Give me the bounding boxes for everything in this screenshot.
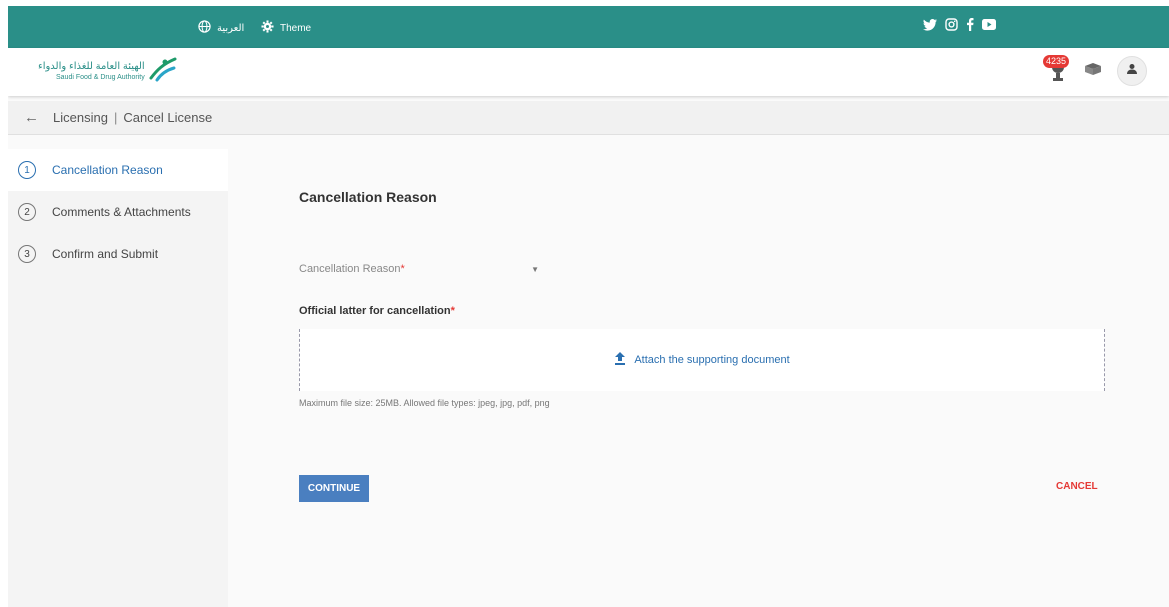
notification-badge: 4235 <box>1043 55 1070 68</box>
language-label: العربية <box>217 22 245 34</box>
trophy-icon <box>1047 63 1069 87</box>
user-avatar[interactable] <box>1117 56 1147 86</box>
form-panel: Cancellation Reason Cancellation Reason*… <box>228 149 1169 607</box>
step-label: Comments & Attachments <box>52 205 191 219</box>
theme-label: Theme <box>280 22 312 34</box>
app-frame: العربية Theme الهيئة العامة للغذاء والدو… <box>8 6 1169 607</box>
globe-icon <box>198 20 211 36</box>
logo-english-text: Saudi Food & Drug Authority <box>56 74 145 81</box>
box-icon[interactable] <box>1083 62 1103 81</box>
gear-icon <box>261 20 274 36</box>
sfda-logo[interactable]: الهيئة العامة للغذاء والدواء Saudi Food … <box>38 56 177 87</box>
required-mark: * <box>450 305 455 317</box>
step-cancellation-reason[interactable]: 1 Cancellation Reason <box>8 149 228 191</box>
attach-document-text: Attach the supporting document <box>634 354 790 366</box>
cancel-button[interactable]: CANCEL <box>1056 481 1098 492</box>
step-confirm-submit[interactable]: 3 Confirm and Submit <box>8 233 228 275</box>
wizard-steps: 1 Cancellation Reason 2 Comments & Attac… <box>8 149 228 607</box>
step-label: Confirm and Submit <box>52 247 159 261</box>
file-hint: Maximum file size: 25MB. Allowed file ty… <box>299 398 550 408</box>
app-header: الهيئة العامة للغذاء والدواء Saudi Food … <box>8 48 1169 96</box>
section-title: Cancellation Reason <box>299 189 437 205</box>
header-actions: 4235 <box>1043 55 1147 87</box>
social-links <box>923 18 996 31</box>
youtube-icon[interactable] <box>982 19 996 30</box>
step-number: 2 <box>18 203 36 221</box>
instagram-icon[interactable] <box>945 18 958 31</box>
file-dropzone[interactable]: Attach the supporting document <box>299 329 1105 391</box>
breadcrumb-separator: | <box>113 110 118 125</box>
caret-down-icon: ▼ <box>531 264 539 274</box>
reason-label-text: Cancellation Reason <box>299 263 401 275</box>
facebook-icon[interactable] <box>966 18 974 31</box>
language-switch[interactable]: العربية <box>198 20 244 36</box>
upload-label-text: Official latter for cancellation <box>299 305 451 317</box>
theme-switch[interactable]: Theme <box>261 20 311 36</box>
logo-arabic-text: الهيئة العامة للغذاء والدواء <box>38 61 145 72</box>
continue-button[interactable]: CONTINUE <box>299 475 369 502</box>
step-number: 1 <box>18 161 36 179</box>
breadcrumb: ← Licensing | Cancel License <box>8 101 1169 135</box>
arrow-left-icon[interactable]: ← <box>24 109 39 126</box>
top-bar: العربية Theme <box>8 6 1169 48</box>
notifications[interactable]: 4235 <box>1043 55 1070 87</box>
twitter-icon[interactable] <box>923 18 937 31</box>
required-mark: * <box>400 263 405 275</box>
cancellation-reason-select[interactable]: Cancellation Reason* ▼ <box>299 257 539 281</box>
sfda-emblem-icon <box>149 56 177 87</box>
step-comments-attachments[interactable]: 2 Comments & Attachments <box>8 191 228 233</box>
breadcrumb-current: Cancel License <box>123 110 213 125</box>
upload-label: Official latter for cancellation* <box>299 305 455 317</box>
step-number: 3 <box>18 245 36 263</box>
breadcrumb-parent[interactable]: Licensing <box>53 110 108 125</box>
user-icon <box>1126 62 1138 80</box>
step-label: Cancellation Reason <box>52 163 163 177</box>
upload-icon <box>614 352 626 368</box>
select-label: Cancellation Reason* <box>299 263 405 275</box>
